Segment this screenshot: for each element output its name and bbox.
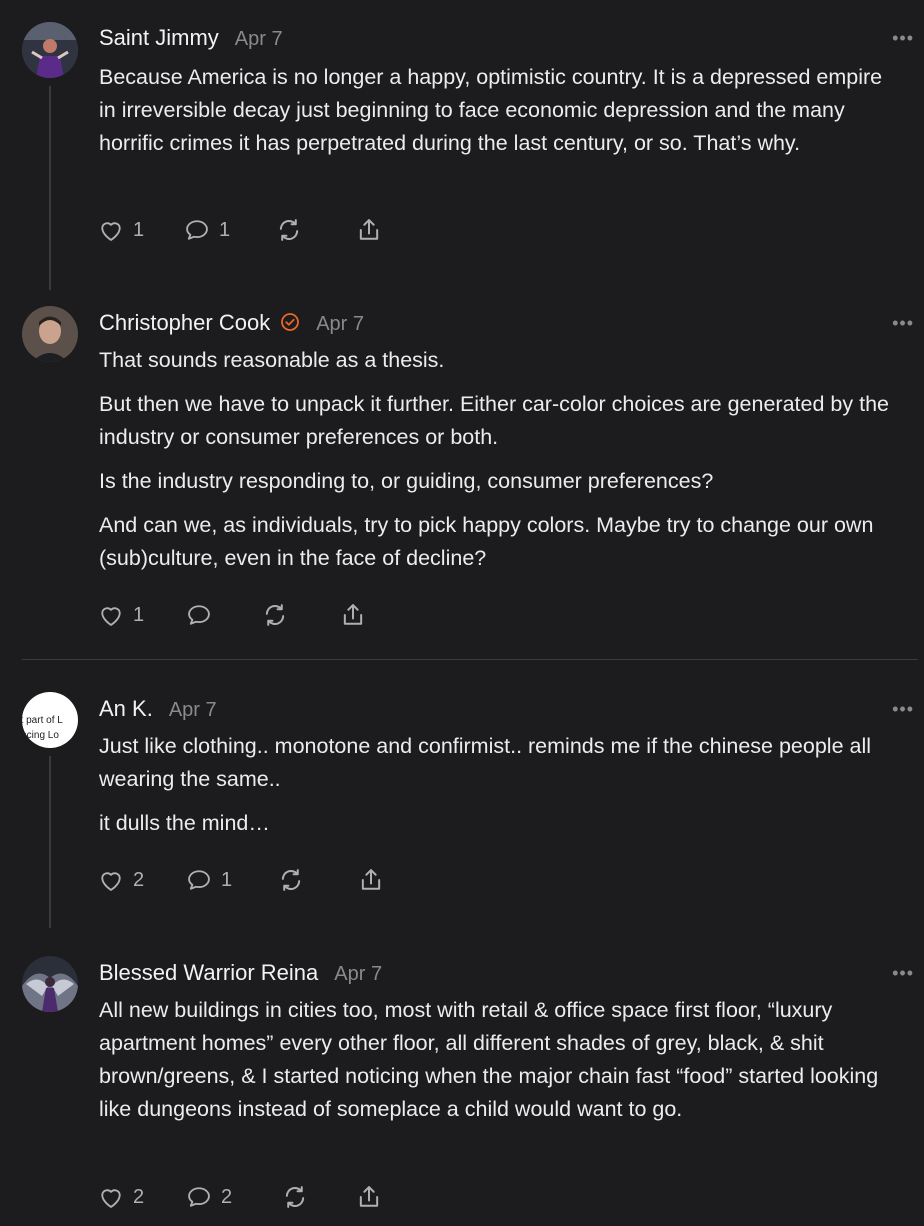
- more-options-icon[interactable]: •••: [892, 313, 914, 334]
- comment-actions: 1: [97, 598, 367, 632]
- avatar[interactable]: [22, 22, 78, 78]
- restack-button[interactable]: [261, 601, 339, 629]
- comment-actions: 1 1: [97, 213, 383, 247]
- like-button[interactable]: 2: [97, 866, 185, 894]
- comment-paragraph: Because America is no longer a happy, op…: [99, 65, 883, 155]
- reply-button[interactable]: 1: [183, 216, 275, 244]
- share-button[interactable]: [355, 1183, 383, 1211]
- avatar-text-line: riencing Lo: [22, 730, 59, 741]
- avatar-text: est part of L riencing Lo: [22, 713, 78, 743]
- share-icon: [359, 1186, 379, 1207]
- comment-paragraph: And can we, as individuals, try to pick …: [99, 513, 874, 570]
- author-name[interactable]: Blessed Warrior Reina: [99, 960, 318, 986]
- comment-header: Christopher Cook Apr 7: [99, 310, 364, 336]
- thread-line: [49, 756, 51, 928]
- like-button[interactable]: 1: [97, 216, 183, 244]
- comment: Christopher Cook Apr 7 ••• That sounds r…: [0, 300, 924, 660]
- restack-icon: [281, 869, 301, 891]
- heart-icon: [101, 607, 121, 626]
- comment-paragraph: Is the industry responding to, or guidin…: [99, 469, 714, 493]
- restack-button[interactable]: [275, 216, 355, 244]
- comment-header: Saint Jimmy Apr 7: [99, 25, 283, 51]
- restack-icon: [285, 1186, 305, 1208]
- avatar-image: [22, 22, 78, 78]
- share-button[interactable]: [355, 216, 383, 244]
- verified-check-icon: [281, 313, 300, 331]
- avatar-image: [22, 956, 78, 1012]
- reply-count: 1: [219, 218, 231, 241]
- comment-actions: 2 1: [97, 863, 385, 897]
- comment: est part of L riencing Lo An K. Apr 7 ••…: [0, 660, 924, 930]
- restack-button[interactable]: [277, 866, 357, 894]
- comment: Blessed Warrior Reina Apr 7 ••• All new …: [0, 930, 924, 1226]
- like-count: 1: [133, 603, 145, 626]
- comment-icon: [188, 1187, 210, 1207]
- comment-paragraph: But then we have to unpack it further. E…: [99, 392, 889, 449]
- author-name[interactable]: Saint Jimmy: [99, 25, 219, 51]
- like-count: 2: [133, 1185, 145, 1208]
- avatar[interactable]: est part of L riencing Lo: [22, 692, 78, 748]
- more-options-icon[interactable]: •••: [892, 963, 914, 984]
- comment-body: All new buildings in cities too, most wi…: [99, 994, 899, 1137]
- avatar-text-line: est part of L: [22, 715, 63, 726]
- share-icon: [361, 869, 381, 890]
- comment-date[interactable]: Apr 7: [169, 699, 217, 722]
- reply-count: 2: [221, 1185, 233, 1208]
- comment-header: Blessed Warrior Reina Apr 7: [99, 960, 382, 986]
- comment-date[interactable]: Apr 7: [316, 313, 364, 336]
- share-button[interactable]: [357, 866, 385, 894]
- reply-button[interactable]: [185, 601, 261, 629]
- thread-line: [49, 86, 51, 290]
- comment-icon: [186, 220, 208, 240]
- comment-paragraph: All new buildings in cities too, most wi…: [99, 998, 879, 1121]
- comment-icon: [188, 605, 210, 625]
- reply-count: 1: [221, 868, 233, 891]
- restack-button[interactable]: [281, 1183, 355, 1211]
- more-options-icon[interactable]: •••: [892, 28, 914, 49]
- heart-icon: [101, 872, 121, 891]
- comment-paragraph: That sounds reasonable as a thesis.: [99, 348, 445, 372]
- comment-paragraph: it dulls the mind…: [99, 811, 270, 835]
- like-count: 1: [133, 218, 145, 241]
- heart-icon: [101, 222, 121, 241]
- share-button[interactable]: [339, 601, 367, 629]
- comment-actions: 2 2: [97, 1180, 383, 1214]
- author-name[interactable]: An K.: [99, 696, 153, 722]
- like-button[interactable]: 2: [97, 1183, 185, 1211]
- more-options-icon[interactable]: •••: [892, 699, 914, 720]
- comment-icon: [188, 870, 210, 890]
- heart-icon: [101, 1189, 121, 1208]
- avatar[interactable]: [22, 306, 78, 362]
- author-name[interactable]: Christopher Cook: [99, 310, 270, 336]
- comment-paragraph: Just like clothing.. monotone and confir…: [99, 734, 872, 791]
- like-button[interactable]: 1: [97, 601, 185, 629]
- comment-body: Because America is no longer a happy, op…: [99, 61, 899, 171]
- like-count: 2: [133, 868, 145, 891]
- comment-header: An K. Apr 7: [99, 696, 217, 722]
- comment-body: That sounds reasonable as a thesis. But …: [99, 344, 899, 586]
- reply-button[interactable]: 2: [185, 1183, 281, 1211]
- comment-date[interactable]: Apr 7: [235, 28, 283, 51]
- avatar-image: [22, 306, 78, 362]
- share-icon: [343, 604, 363, 625]
- comment-body: Just like clothing.. monotone and confir…: [99, 730, 899, 851]
- reply-button[interactable]: 1: [185, 866, 277, 894]
- comment-date[interactable]: Apr 7: [334, 963, 382, 986]
- restack-icon: [279, 219, 299, 241]
- comment: Saint Jimmy Apr 7 ••• Because America is…: [0, 0, 924, 300]
- restack-icon: [265, 604, 285, 626]
- avatar[interactable]: [22, 956, 78, 1012]
- share-icon: [359, 219, 379, 240]
